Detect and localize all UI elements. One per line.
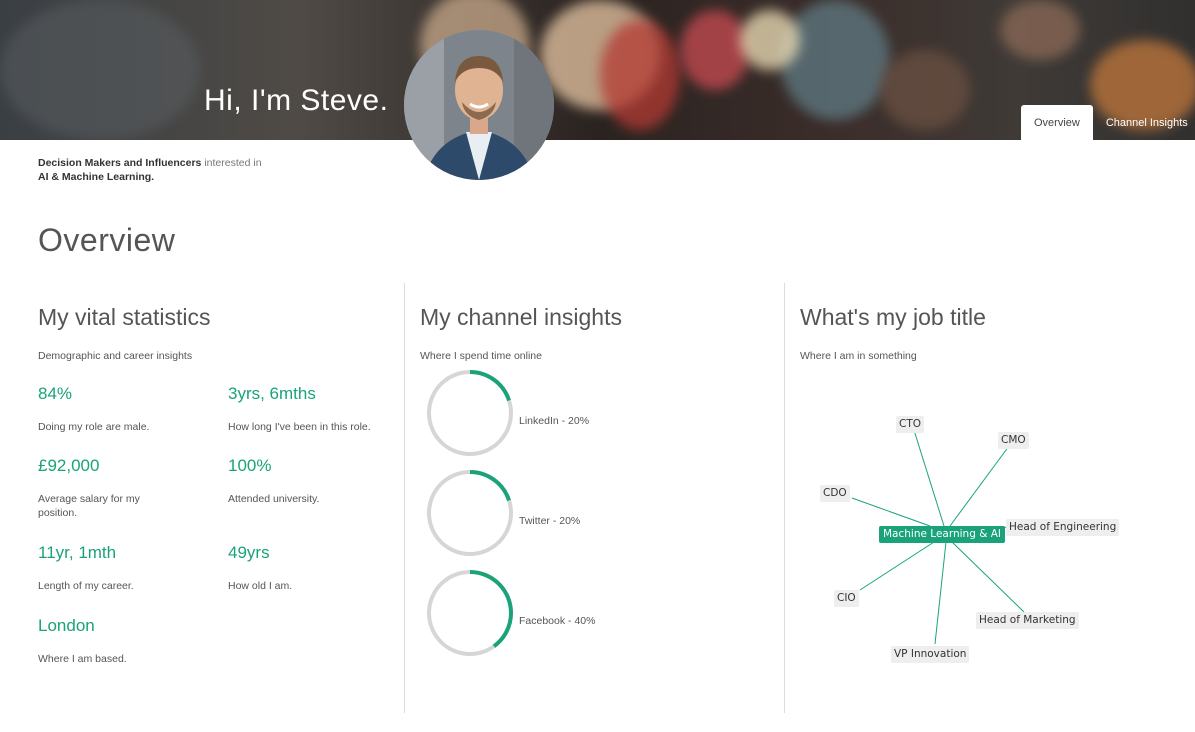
stat-value: 11yr, 1mth (38, 543, 117, 562)
stat-time-in-role: 3yrs, 6mths How long I've been in this r… (228, 384, 398, 434)
stat-university: 100% Attended university. (228, 456, 398, 506)
topic-label: AI & Machine Learning. (38, 171, 155, 183)
greeting-heading: Hi, I'm Steve. (204, 84, 389, 117)
stat-male-percentage: 84% Doing my role are male. (38, 384, 208, 434)
page-title: Overview (38, 222, 176, 258)
stat-description: How old I am. (228, 580, 293, 592)
edge-cio (859, 541, 935, 591)
stat-description: Attended university. (228, 493, 320, 505)
job-title-heading: What's my job title (800, 304, 986, 330)
vital-statistics-title: My vital statistics (38, 304, 211, 330)
stat-description: Doing my role are male. (38, 421, 150, 433)
stat-description: How long I've been in this role. (228, 421, 371, 433)
tab-channel-insights[interactable]: Channel Insights (1093, 105, 1195, 140)
avatar (404, 30, 554, 180)
node-cto[interactable]: CTO (896, 416, 925, 433)
hero-banner: Hi, I'm Steve. Overview Channel Insights (0, 0, 1195, 140)
interest-summary: Decision Makers and Influencers interest… (38, 156, 262, 184)
stat-location: London Where I am based. (38, 616, 208, 666)
linkedin-label: LinkedIn - 20% (519, 415, 590, 427)
edge-cto (912, 426, 945, 527)
node-center-topic[interactable]: Machine Learning & AI (879, 526, 1006, 543)
facebook-donut (427, 570, 513, 656)
stat-age: 49yrs How old I am. (228, 543, 398, 593)
stat-value: 49yrs (228, 543, 270, 562)
node-cmo[interactable]: CMO (998, 432, 1029, 449)
stat-description: Length of my career. (38, 580, 134, 592)
linkedin-donut (427, 370, 513, 456)
connector-label: interested in (204, 157, 262, 169)
audience-label: Decision Makers and Influencers (38, 157, 202, 169)
edge-head-of-marketing (951, 541, 1025, 613)
stat-value: 100% (228, 456, 272, 475)
column-divider (404, 283, 405, 713)
node-cdo[interactable]: CDO (820, 485, 850, 502)
job-title-subtitle: Where I am in something (800, 350, 917, 362)
node-cio[interactable]: CIO (834, 590, 859, 607)
edge-cmo (949, 445, 1010, 527)
edge-vp-innovation (934, 541, 947, 645)
stat-value: 3yrs, 6mths (228, 384, 316, 403)
node-head-of-engineering[interactable]: Head of Engineering (1006, 519, 1120, 536)
stat-average-salary: £92,000 Average salary for my position. (38, 456, 168, 520)
column-divider (784, 283, 785, 713)
stat-value: £92,000 (38, 456, 100, 475)
stat-value: 84% (38, 384, 73, 403)
stat-description: Average salary for my position. (38, 493, 140, 519)
vital-statistics-subtitle: Demographic and career insights (38, 350, 193, 362)
tab-bar: Overview Channel Insights (1021, 105, 1195, 140)
tab-overview[interactable]: Overview (1021, 105, 1093, 140)
node-vp-innovation[interactable]: VP Innovation (891, 646, 970, 663)
facebook-label: Facebook - 40% (519, 615, 596, 627)
job-title-network: CTO CMO CDO Head of Engineering Machine … (800, 400, 1160, 680)
twitter-label: Twitter - 20% (519, 515, 581, 527)
stat-career-length: 11yr, 1mth Length of my career. (38, 543, 208, 593)
twitter-donut (427, 470, 513, 556)
stat-value: London (38, 616, 95, 635)
node-head-of-marketing[interactable]: Head of Marketing (976, 612, 1079, 629)
stat-description: Where I am based. (38, 653, 127, 665)
channel-insights-title: My channel insights (420, 304, 622, 330)
edge-cdo (851, 497, 931, 527)
channel-insights-subtitle: Where I spend time online (420, 350, 542, 362)
